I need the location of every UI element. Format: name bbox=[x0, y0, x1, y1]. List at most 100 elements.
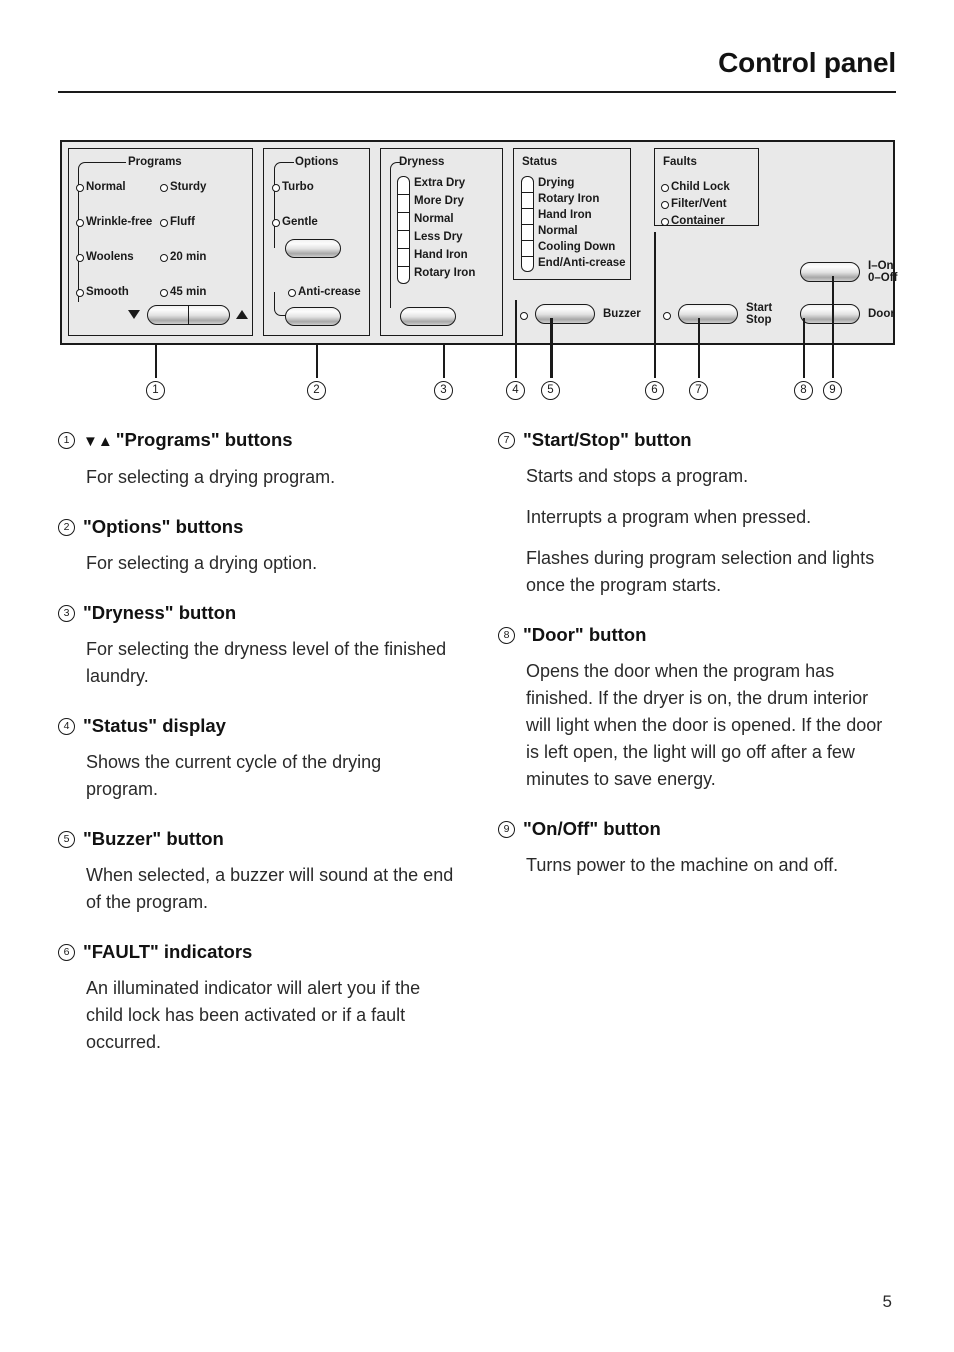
entry-body: Turns power to the machine on and off. bbox=[526, 852, 898, 879]
control-panel-diagram: Programs Normal Wrinkle-free Woolens Smo… bbox=[60, 140, 898, 345]
buzzer-led bbox=[520, 312, 528, 320]
dryness-led-segment bbox=[398, 267, 409, 283]
dryness-label: Extra Dry bbox=[414, 177, 466, 189]
entry-number: 1 bbox=[58, 432, 75, 449]
callout-number-2: 2 bbox=[307, 381, 326, 400]
faults-label-filter-vent: Filter/Vent bbox=[671, 198, 727, 210]
entry-title: "Start/Stop" button bbox=[523, 429, 692, 450]
dryness-button[interactable] bbox=[400, 307, 456, 326]
programs-up-arrow-icon bbox=[236, 310, 248, 319]
dryness-led-segment bbox=[398, 249, 409, 267]
programs-led-normal bbox=[76, 184, 84, 192]
callout-number-3: 3 bbox=[434, 381, 453, 400]
on-off-caption-line2: 0–Off bbox=[868, 272, 898, 284]
entry-title: "FAULT" indicators bbox=[83, 941, 253, 963]
dryness-label: More Dry bbox=[414, 195, 464, 207]
page-number: 5 bbox=[882, 1292, 892, 1311]
programs-led-woolens bbox=[76, 254, 84, 262]
door-button[interactable] bbox=[800, 304, 860, 324]
header-divider bbox=[58, 90, 896, 93]
status-label: Drying bbox=[538, 177, 575, 189]
options-led-turbo bbox=[272, 184, 280, 192]
entry-paragraph: For selecting a drying option. bbox=[86, 552, 318, 573]
entry-buzzer: 5 "Buzzer" button When selected, a buzze… bbox=[58, 827, 458, 916]
options-label-gentle: Gentle bbox=[282, 216, 318, 228]
entry-number: 5 bbox=[58, 831, 75, 849]
programs-label-woolens: Woolens bbox=[86, 251, 134, 263]
entry-paragraph: Flashes during program selection and lig… bbox=[526, 548, 875, 596]
callout-leader-3 bbox=[443, 345, 445, 378]
programs-led-wrinkle-free bbox=[76, 219, 84, 227]
programs-label-normal: Normal bbox=[86, 181, 126, 193]
programs-label-fluff: Fluff bbox=[170, 216, 195, 228]
programs-label-45-min: 45 min bbox=[170, 286, 207, 298]
callout-number-6: 6 bbox=[645, 381, 664, 400]
programs-label-20-min: 20 min bbox=[170, 251, 207, 263]
entry-on-off: 9 "On/Off" button Turns power to the mac… bbox=[498, 817, 898, 879]
status-led-segment bbox=[522, 257, 533, 271]
entry-door: 8 "Door" button Opens the door when the … bbox=[498, 623, 898, 793]
page-title: Control panel bbox=[718, 47, 896, 78]
callout-number-1: 1 bbox=[146, 381, 165, 400]
entry-body: For selecting a drying program. bbox=[86, 464, 458, 491]
entry-paragraph: Opens the door when the program has fini… bbox=[526, 661, 883, 790]
entry-header: 6 "FAULT" indicators bbox=[58, 940, 458, 963]
callout-leader-2 bbox=[316, 345, 318, 378]
updown-arrows-icon: ▼▲ bbox=[83, 433, 113, 450]
dryness-led-segment bbox=[398, 213, 409, 231]
buzzer-caption: Buzzer bbox=[603, 308, 641, 320]
options-label-turbo: Turbo bbox=[282, 181, 314, 193]
faults-led-child-lock bbox=[661, 184, 669, 192]
dryness-label: Normal bbox=[414, 213, 454, 225]
dryness-led-bar bbox=[397, 176, 410, 284]
entry-header: 7 "Start/Stop" button bbox=[498, 428, 898, 451]
entry-body: For selecting the dryness level of the f… bbox=[86, 636, 458, 690]
entry-header: 3 "Dryness" button bbox=[58, 601, 458, 624]
start-stop-button[interactable] bbox=[678, 304, 738, 324]
entry-body: Opens the door when the program has fini… bbox=[526, 658, 898, 793]
callout-number-4: 4 bbox=[506, 381, 525, 400]
dryness-led-segment bbox=[398, 177, 409, 195]
anti-crease-button[interactable] bbox=[285, 307, 341, 326]
callout-number-8: 8 bbox=[794, 381, 813, 400]
status-label: Hand Iron bbox=[538, 209, 592, 221]
programs-label-smooth: Smooth bbox=[86, 286, 129, 298]
entry-header: 9 "On/Off" button bbox=[498, 817, 898, 840]
status-label: Rotary Iron bbox=[538, 193, 600, 205]
options-bracket bbox=[274, 162, 294, 248]
callout-number-7: 7 bbox=[689, 381, 708, 400]
page-header: Control panel bbox=[58, 47, 896, 93]
start-stop-caption-line1: Start bbox=[746, 302, 773, 314]
entry-title: "On/Off" button bbox=[523, 818, 661, 840]
programs-group-title: Programs bbox=[125, 156, 185, 168]
entry-title: "Status" display bbox=[83, 715, 226, 736]
options-led-gentle bbox=[272, 219, 280, 227]
entry-paragraph: Turns power to the machine on and off. bbox=[526, 855, 839, 876]
entry-paragraph: An illuminated indicator will alert you … bbox=[86, 978, 421, 1053]
door-caption: Door bbox=[868, 308, 895, 320]
start-stop-caption-line2: Stop bbox=[746, 314, 772, 326]
entry-body: When selected, a buzzer will sound at th… bbox=[86, 862, 458, 916]
programs-led-20-min bbox=[160, 254, 168, 262]
buzzer-button[interactable] bbox=[535, 304, 595, 324]
programs-led-45-min bbox=[160, 289, 168, 297]
start-stop-led bbox=[663, 312, 671, 320]
entry-body: Starts and stops a program. Interrupts a… bbox=[526, 463, 898, 599]
entry-number: 3 bbox=[58, 604, 75, 622]
on-off-button[interactable] bbox=[800, 262, 860, 282]
options-group-title: Options bbox=[292, 156, 342, 168]
description-columns: 1 ▼▲ "Programs" buttons For selecting a d… bbox=[58, 428, 898, 1080]
entry-title: "Dryness" button bbox=[83, 601, 237, 623]
callout-number-5: 5 bbox=[541, 381, 560, 400]
status-led-segment bbox=[522, 225, 533, 241]
programs-down-arrow-icon bbox=[128, 310, 140, 319]
entry-body: For selecting a drying option. bbox=[86, 550, 458, 577]
entry-options: 2 "Options" buttons For selecting a dryi… bbox=[58, 515, 458, 577]
programs-label-wrinkle-free: Wrinkle-free bbox=[86, 216, 153, 228]
status-group-title: Status bbox=[522, 156, 558, 168]
programs-rocker-divider bbox=[188, 306, 190, 324]
programs-led-smooth bbox=[76, 289, 84, 297]
options-button[interactable] bbox=[285, 239, 341, 258]
entry-dryness: 3 "Dryness" button For selecting the dry… bbox=[58, 601, 458, 690]
status-led-segment bbox=[522, 209, 533, 225]
